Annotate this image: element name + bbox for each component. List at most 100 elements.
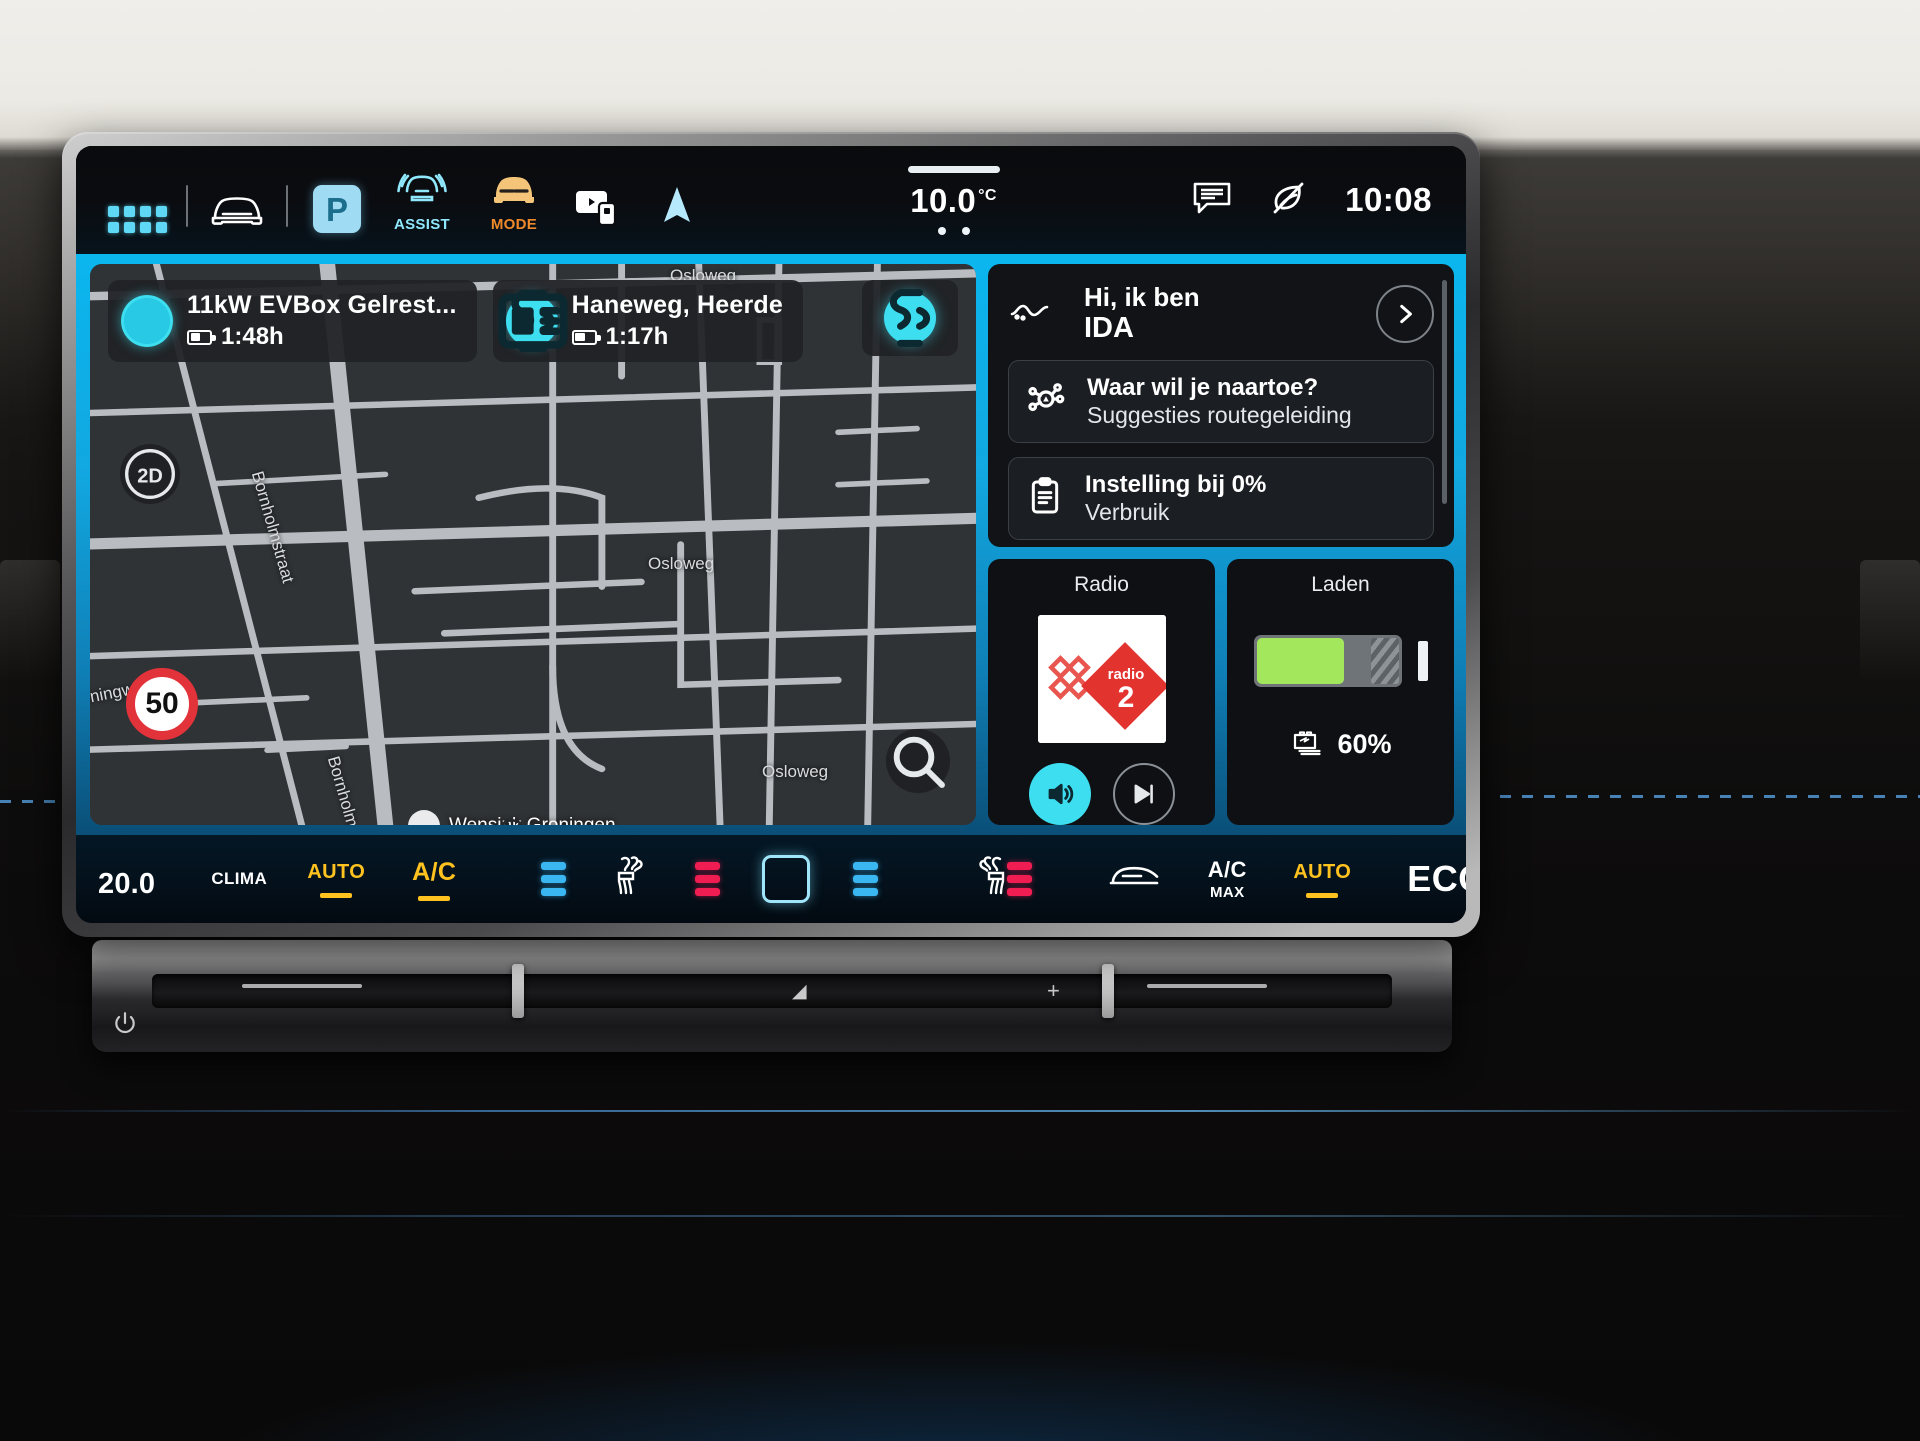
svg-text:2: 2 xyxy=(1117,681,1134,714)
map-poi[interactable]: Wensink Groningen xyxy=(408,810,616,825)
chevron-right-icon[interactable] xyxy=(1376,284,1434,343)
auto-left-button[interactable]: AUTO xyxy=(287,835,385,923)
ida-greeting-line2: IDA xyxy=(1084,312,1134,345)
climate-center-button[interactable] xyxy=(741,835,831,923)
seat-heating-level-bars xyxy=(694,862,720,896)
svg-text:2D: 2D xyxy=(137,465,163,487)
console-plus-label: + xyxy=(1047,978,1060,1003)
eco-button[interactable]: ECO xyxy=(1407,858,1466,900)
rear-defrost-button[interactable] xyxy=(1089,835,1181,923)
auto-left-label: AUTO xyxy=(307,860,366,883)
ac-max-button[interactable]: A/C MAX xyxy=(1181,835,1273,923)
seat-heating-level-bars xyxy=(1006,862,1032,896)
console-slider-track[interactable] xyxy=(152,974,1392,1008)
charge-widget-title: Laden xyxy=(1311,573,1370,596)
auto-right-active-indicator xyxy=(1306,892,1339,898)
charging-shortcut-button[interactable] xyxy=(862,280,958,356)
clima-button[interactable]: CLIMA xyxy=(191,835,287,923)
center-console: ◢ + xyxy=(92,940,1452,1052)
battery-status-row: 60% xyxy=(1227,727,1454,762)
dashboard-stitching-right xyxy=(1500,795,1920,798)
destination-card-address[interactable]: Haneweg, Heerde 1:17h xyxy=(492,280,804,362)
outside-temperature-unit: °C xyxy=(978,186,997,204)
voice-wave-icon xyxy=(1008,296,1064,331)
volume-slider-knob-left[interactable] xyxy=(512,964,524,1018)
slider-tick-right xyxy=(1147,984,1267,988)
ida-suggestion-card-route[interactable]: Waar wil je naartoe? Suggesties routegel… xyxy=(1008,359,1434,443)
ida-header: Hi, ik ben IDA xyxy=(1008,282,1434,346)
map-view-mode-button[interactable]: 2D xyxy=(120,444,180,504)
climate-bar: 20.0 CLIMA AUTO A/C A/C MAX AUTO EC xyxy=(76,835,1466,923)
outside-temperature: 10.0 °C xyxy=(910,182,997,220)
driver-temperature[interactable]: 20.0 xyxy=(98,856,155,903)
battery-cap xyxy=(1417,641,1428,681)
infotainment-bezel: P ASSIST MODE 10.0 °C 10:08 Osloweg Oslo… xyxy=(62,132,1480,937)
mode-label: MODE xyxy=(490,216,538,233)
map-search-button[interactable] xyxy=(886,729,950,793)
ac-label: A/C xyxy=(412,857,457,886)
right-seat-heating-button[interactable] xyxy=(985,835,1053,923)
battery-mini-icon xyxy=(571,329,601,345)
mode-icon xyxy=(487,169,541,214)
drive-mode-button[interactable]: MODE xyxy=(468,167,560,233)
ida-scrollbar[interactable] xyxy=(1442,280,1447,504)
radio-widget[interactable]: Radio radio 2 xyxy=(988,559,1215,825)
ida-suggestion-card-setting[interactable]: Instelling bij 0% Verbruik xyxy=(1008,456,1434,540)
seat-ventilation-icon xyxy=(605,853,655,906)
right-seat-icon-button[interactable] xyxy=(899,835,1005,923)
ac-button[interactable]: A/C xyxy=(385,835,483,923)
route-suggestion-icon xyxy=(1025,378,1067,425)
assist-button[interactable]: ASSIST xyxy=(376,167,468,233)
navigation-button[interactable] xyxy=(638,167,716,233)
pulldown-handle[interactable] xyxy=(907,165,1000,173)
battery-stack-icon xyxy=(1289,727,1325,762)
ida-greeting-line1: Hi, ik ben xyxy=(1084,282,1200,312)
air-vent-left xyxy=(0,560,60,680)
leaf-crossed-icon[interactable] xyxy=(1269,179,1309,222)
auto-right-button[interactable]: AUTO xyxy=(1273,835,1371,923)
left-seat-icon-button[interactable] xyxy=(587,835,673,923)
message-bubble-icon[interactable] xyxy=(1191,179,1233,222)
auto-right-label: AUTO xyxy=(1293,860,1352,883)
power-button-icon[interactable] xyxy=(112,1010,138,1041)
clock: 10:08 xyxy=(1345,181,1432,218)
left-seat-cooling-button[interactable] xyxy=(519,835,587,923)
assist-label: ASSIST xyxy=(394,216,450,233)
park-button[interactable]: P xyxy=(298,167,376,233)
battery-gauge xyxy=(1253,635,1428,687)
skip-next-icon[interactable] xyxy=(1112,763,1175,825)
battery-hatch xyxy=(1370,638,1399,684)
battery-body xyxy=(1253,635,1402,687)
driver-temperature-value: 20 xyxy=(98,867,131,900)
ida-suggestion-title: Waar wil je naartoe? xyxy=(1087,373,1319,401)
vehicle-button[interactable] xyxy=(198,167,276,233)
apps-button[interactable] xyxy=(98,167,176,233)
screenshot-scene: ◢ + P ASSIST MODE 10.0 °C 10:08 Osloweg … xyxy=(0,0,1920,1441)
map-view[interactable]: Osloweg Osloweg Osloweg Bornholmstraat B… xyxy=(90,264,976,825)
destination-flag-icon xyxy=(498,293,568,349)
ac-active-indicator xyxy=(418,895,451,901)
climate-center-icon xyxy=(762,855,811,903)
map-street-label: Osloweg xyxy=(762,762,829,781)
charge-widget[interactable]: Laden 60% xyxy=(1227,559,1454,825)
station-logo: radio 2 xyxy=(1037,615,1166,743)
destination-cards: 11kW EVBox Gelrest... 1:48h Haneweg, Hee… xyxy=(108,280,958,362)
assist-icon xyxy=(396,167,448,214)
infotainment-screen: P ASSIST MODE 10.0 °C 10:08 Osloweg Oslo… xyxy=(76,146,1466,923)
clima-label: CLIMA xyxy=(211,869,268,888)
clipboard-icon xyxy=(1025,475,1065,522)
ida-suggestion-text: Instelling bij 0% Verbruik xyxy=(1085,471,1266,526)
left-seat-heating-button[interactable] xyxy=(673,835,741,923)
ida-assistant-panel[interactable]: Hi, ik ben IDA Waar wil je naartoe? Sugg… xyxy=(988,264,1454,547)
air-vent-right xyxy=(1860,560,1920,680)
ida-suggestion-title: Instelling bij 0% xyxy=(1085,470,1267,498)
main-content: Osloweg Osloweg Osloweg Bornholmstraat B… xyxy=(76,254,1466,835)
phone-projection-button[interactable] xyxy=(560,167,638,233)
ida-greeting: Hi, ik ben IDA xyxy=(1084,282,1356,346)
speaker-icon[interactable] xyxy=(1028,763,1091,825)
status-bar: P ASSIST MODE 10.0 °C 10:08 xyxy=(76,146,1466,254)
speed-limit-value: 50 xyxy=(145,687,179,720)
right-seat-cooling-button[interactable] xyxy=(831,835,899,923)
volume-slider-knob-right[interactable] xyxy=(1102,964,1114,1018)
status-bar-center-group[interactable]: 10.0 °C xyxy=(716,165,1191,235)
